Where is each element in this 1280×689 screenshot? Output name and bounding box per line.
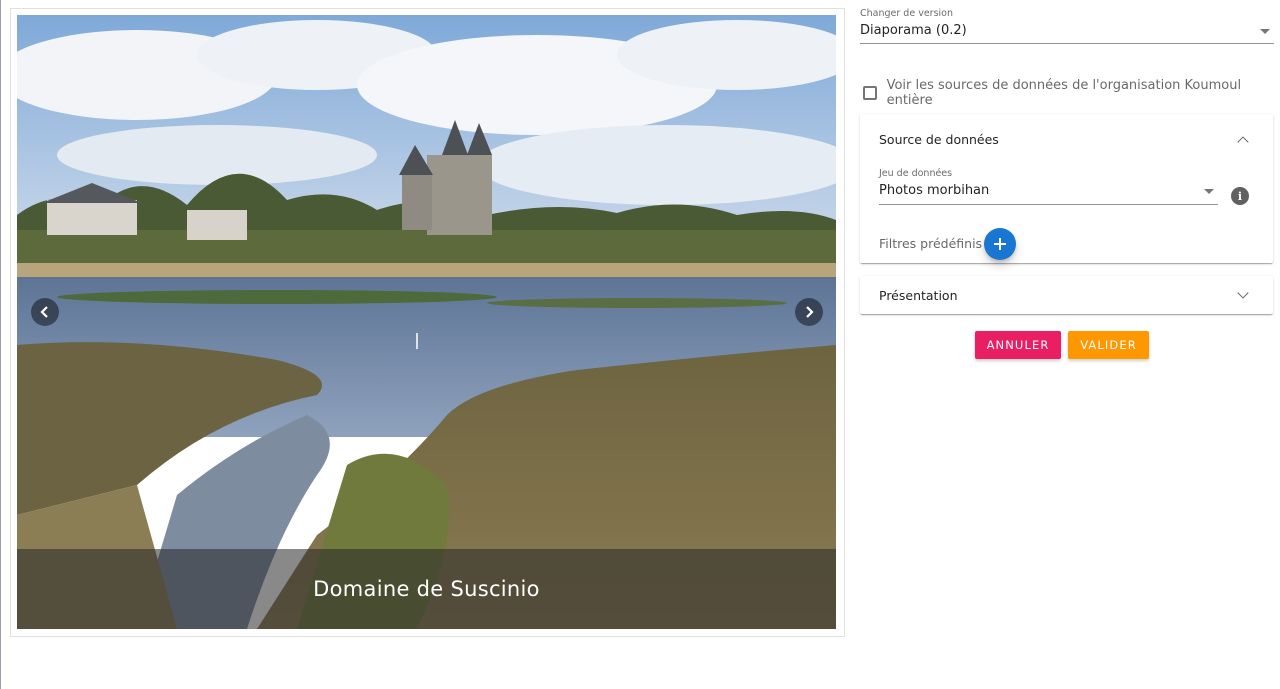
landscape-photo (17, 15, 836, 629)
window-edge (0, 0, 1, 689)
chevron-left-icon (40, 306, 48, 318)
organization-sources-checkbox[interactable]: Voir les sources de données de l'organis… (863, 78, 1274, 108)
data-source-panel: Source de données Jeu de données Photos … (860, 114, 1273, 263)
validate-button[interactable]: VALIDER (1068, 331, 1149, 359)
cancel-button[interactable]: ANNULER (975, 331, 1061, 359)
chevron-right-icon (806, 306, 814, 318)
checkbox-box[interactable] (863, 86, 877, 100)
dataset-select-label: Jeu de données (879, 168, 953, 179)
dataset-select-value: Photos morbihan (879, 183, 990, 198)
plus-icon (994, 238, 1006, 250)
slide-caption: Domaine de Suscinio (313, 577, 540, 601)
dropdown-arrow-icon (1260, 29, 1270, 34)
data-source-panel-header[interactable]: Source de données (860, 114, 1273, 164)
presentation-panel-header[interactable]: Présentation (860, 276, 1273, 314)
chevron-up-icon (1237, 136, 1249, 148)
presentation-panel-title: Présentation (879, 288, 958, 303)
predefined-filters-label: Filtres prédéfinis (879, 236, 983, 251)
info-icon[interactable]: i (1231, 187, 1249, 205)
previous-slide-button[interactable] (31, 298, 59, 326)
version-select[interactable]: Changer de version Diaporama (0.2) (860, 8, 1274, 44)
slide-image (17, 15, 836, 629)
presentation-panel: Présentation (860, 276, 1273, 314)
dropdown-arrow-icon (1204, 189, 1214, 194)
caption-band: Domaine de Suscinio (17, 549, 836, 629)
chevron-down-icon (1237, 287, 1249, 299)
data-source-panel-title: Source de données (879, 132, 999, 147)
version-select-label: Changer de version (860, 8, 953, 19)
next-slide-button[interactable] (795, 298, 823, 326)
version-select-value: Diaporama (0.2) (860, 23, 967, 38)
add-filter-button[interactable] (984, 228, 1016, 260)
organization-sources-label: Voir les sources de données de l'organis… (886, 78, 1242, 108)
dataset-select[interactable]: Jeu de données Photos morbihan (879, 168, 1218, 205)
